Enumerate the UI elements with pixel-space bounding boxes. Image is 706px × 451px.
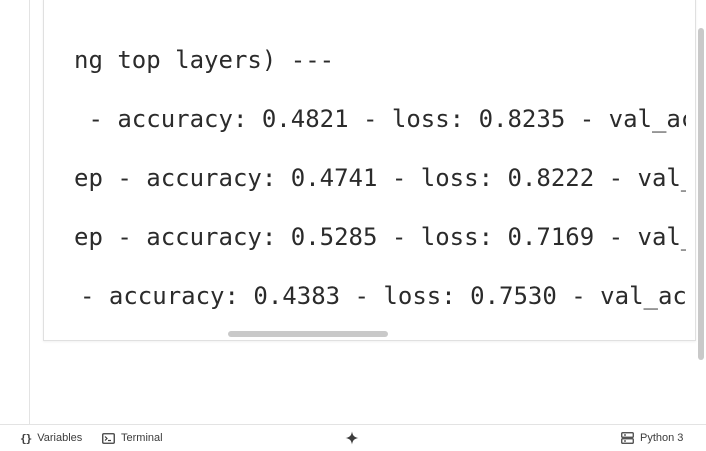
vertical-scrollbar[interactable] xyxy=(697,0,706,424)
output-scroll-area[interactable]: ng top layers) --- - accuracy: 0.4821 - … xyxy=(74,0,686,328)
variables-button[interactable]: {} Variables xyxy=(20,425,82,451)
output-line: - accuracy: 0.4821 - loss: 0.8235 - val_… xyxy=(74,105,686,133)
kernel-status-button[interactable]: Python 3 xyxy=(621,425,683,451)
sparkle-icon xyxy=(345,431,359,445)
kernel-label: Python 3 xyxy=(640,432,684,444)
assistant-button[interactable] xyxy=(345,425,359,451)
server-icon xyxy=(621,432,634,444)
vertical-scrollbar-thumb[interactable] xyxy=(698,28,704,360)
gutter-divider xyxy=(29,0,30,424)
notebook-page: ng top layers) --- - accuracy: 0.4821 - … xyxy=(0,0,706,451)
variables-label: Variables xyxy=(37,432,83,444)
terminal-label: Terminal xyxy=(121,432,163,444)
output-line: ng top layers) --- xyxy=(74,46,335,74)
output-line: ep - accuracy: 0.4741 - loss: 0.8222 - v… xyxy=(74,164,686,192)
horizontal-scrollbar-thumb[interactable] xyxy=(228,331,388,337)
braces-icon: {} xyxy=(20,431,32,445)
output-line: ep - accuracy: 0.5285 - loss: 0.7169 - v… xyxy=(74,223,686,251)
status-bar: {} Variables Terminal Python 3 xyxy=(0,424,706,451)
terminal-icon xyxy=(102,432,115,444)
output-line: - accuracy: 0.4383 - loss: 0.7530 - val_… xyxy=(80,282,686,310)
terminal-button[interactable]: Terminal xyxy=(102,425,163,451)
cell-output: ng top layers) --- - accuracy: 0.4821 - … xyxy=(43,0,696,341)
